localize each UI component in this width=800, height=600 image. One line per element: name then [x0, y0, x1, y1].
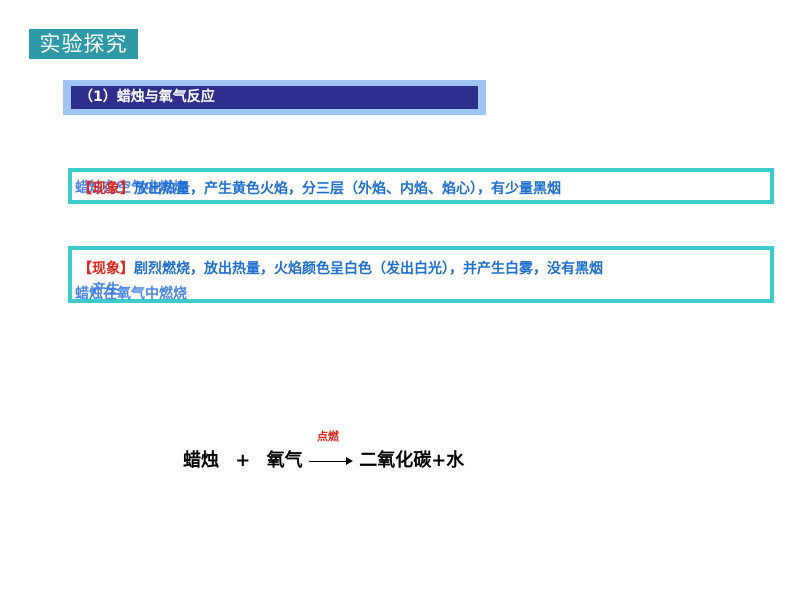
reactant-candle: 蜡烛 [183, 450, 219, 471]
word-equation: 蜡烛 + 氧气 点燃 二氧化碳+水 [183, 430, 465, 476]
observation-box-oxygen: 【现象】剧烈燃烧，放出热量，火焰颜色呈白色（发出白光），并产生白雾，没有黑烟 产… [68, 246, 774, 303]
products: 二氧化碳+水 [359, 450, 465, 471]
reactant-oxygen: 氧气 [266, 450, 303, 471]
reaction-arrow: 点燃 [308, 430, 353, 466]
heading-title: （1）蜡烛与氧气反应 [71, 86, 478, 109]
reaction-condition: 点燃 [316, 430, 339, 443]
phenomenon-text: 剧烈燃烧，放出热量，火焰颜色呈白色（发出白光），并产生白雾，没有黑烟 [134, 261, 603, 277]
phenomenon-label: 【现象】 [78, 181, 134, 197]
arrow-head-icon [345, 457, 353, 465]
section-tag: 实验探究 [29, 29, 138, 59]
phenomenon-label: 【现象】 [78, 261, 134, 277]
plus-sign: + [235, 450, 251, 471]
arrow-line [308, 461, 349, 462]
observation-line-oxygen: 【现象】剧烈燃烧，放出热量，火焰颜色呈白色（发出白光），并产生白雾，没有黑烟 [78, 258, 603, 278]
phenomenon-text: 放出热量，产生黄色火焰，分三层（外焰、内焰、焰心），有少量黑烟 [134, 181, 561, 197]
ghost-title-oxygen: 蜡烛在氧气中燃烧 [75, 286, 187, 302]
observation-box-air: 蜡烛在空气中燃烧 【现象】放出热量，产生黄色火焰，分三层（外焰、内焰、焰心），有… [68, 168, 774, 204]
observation-line-air: 【现象】放出热量，产生黄色火焰，分三层（外焰、内焰、焰心），有少量黑烟 [78, 178, 561, 198]
heading-bar: （1）蜡烛与氧气反应 [63, 80, 486, 115]
